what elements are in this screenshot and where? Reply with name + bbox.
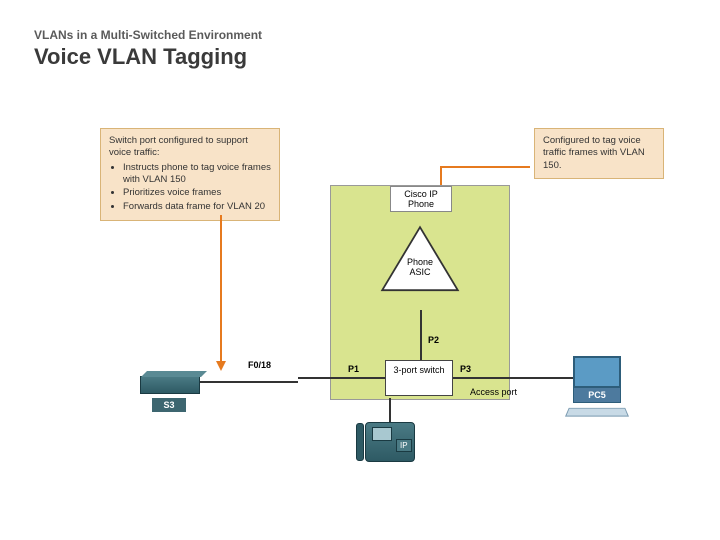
three-port-switch: 3-port switch [385,360,453,396]
callout-item: Prioritizes voice frames [123,187,271,199]
ip-badge: IP [396,439,412,452]
header: VLANs in a Multi-Switched Environment Vo… [34,28,262,70]
page-title: Voice VLAN Tagging [34,44,262,70]
diagram: Switch port configured to support voice … [90,120,670,520]
link-asic-switch [420,310,422,360]
pc5-icon: PC5 [573,356,627,417]
port-p3-label: P3 [460,364,471,374]
page-subtitle: VLANs in a Multi-Switched Environment [34,28,262,42]
ip-phone-device-icon: IP [365,422,415,462]
arrow-left [220,215,222,363]
link-f018 [200,381,298,383]
link-p3 [453,377,573,379]
callout-item: Forwards data frame for VLAN 20 [123,201,271,213]
switch-s3-icon: S3 [140,376,200,412]
callout-phone-tag: Configured to tag voice traffic frames w… [534,128,664,179]
link-phone-device [389,398,391,424]
callout-text: Configured to tag voice traffic frames w… [543,135,655,172]
link-p1 [298,377,385,379]
callout-item: Instructs phone to tag voice frames with… [123,162,271,187]
switch-s3-label: S3 [152,398,186,412]
ip-phone-label: Cisco IP Phone [390,186,452,212]
phone-asic-label: Phone ASIC [402,258,438,278]
callout-title: Switch port configured to support voice … [109,135,271,160]
access-port-label: Access port [470,388,517,398]
pc5-label: PC5 [573,387,621,403]
switch-port-label: F0/18 [248,360,271,370]
callout-switch-port: Switch port configured to support voice … [100,128,280,221]
port-p1-label: P1 [348,364,359,374]
port-p2-label: P2 [428,335,439,345]
